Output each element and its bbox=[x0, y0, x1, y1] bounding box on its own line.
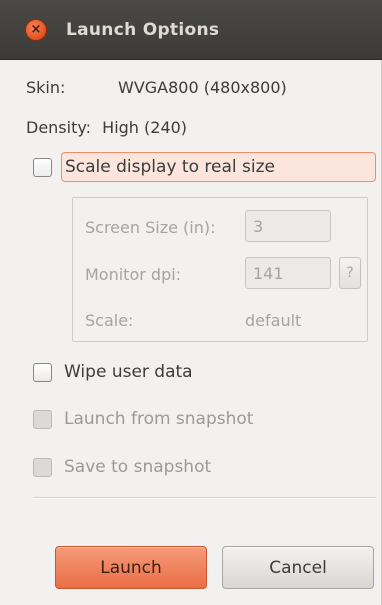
save-to-snapshot-option: Save to snapshot bbox=[33, 457, 211, 477]
wipe-user-data-option[interactable]: Wipe user data bbox=[33, 362, 193, 382]
screen-size-input[interactable]: 3 bbox=[245, 210, 331, 242]
close-button[interactable]: × bbox=[25, 18, 47, 41]
scale-label: Scale: bbox=[85, 311, 134, 330]
cancel-button-label: Cancel bbox=[269, 557, 327, 578]
cancel-button[interactable]: Cancel bbox=[222, 546, 374, 589]
monitor-dpi-input[interactable]: 141 bbox=[245, 257, 331, 289]
monitor-dpi-label: Monitor dpi: bbox=[85, 265, 182, 284]
launch-button[interactable]: Launch bbox=[55, 546, 207, 589]
separator bbox=[33, 497, 376, 499]
save-to-snapshot-label: Save to snapshot bbox=[64, 457, 212, 477]
screen-size-label: Screen Size (in): bbox=[85, 218, 216, 237]
launch-from-snapshot-option: Launch from snapshot bbox=[33, 409, 253, 429]
title-bar: × Launch Options bbox=[0, 0, 382, 60]
monitor-dpi-value: 141 bbox=[253, 263, 284, 283]
window-title: Launch Options bbox=[66, 19, 220, 40]
launch-from-snapshot-label: Launch from snapshot bbox=[64, 409, 254, 429]
scale-settings-group: Screen Size (in): 3 Monitor dpi: 141 ? S… bbox=[72, 197, 368, 342]
scale-display-option[interactable]: Scale display to real size bbox=[33, 151, 376, 183]
help-icon: ? bbox=[346, 265, 354, 281]
launch-from-snapshot-checkbox bbox=[33, 409, 52, 429]
scale-display-checkbox[interactable] bbox=[33, 157, 52, 177]
density-row: Density: High (240) bbox=[26, 118, 187, 137]
launch-options-dialog: × Launch Options Skin: WVGA800 (480x800)… bbox=[0, 0, 382, 605]
close-icon: × bbox=[30, 22, 42, 37]
density-label: Density: bbox=[26, 118, 92, 137]
skin-value: WVGA800 (480x800) bbox=[118, 78, 287, 97]
launch-button-label: Launch bbox=[100, 557, 162, 578]
scale-display-focus-box[interactable]: Scale display to real size bbox=[61, 152, 376, 182]
save-to-snapshot-checkbox bbox=[33, 457, 52, 477]
skin-label: Skin: bbox=[26, 78, 66, 97]
wipe-user-data-checkbox[interactable] bbox=[33, 362, 52, 382]
density-value: High (240) bbox=[102, 118, 188, 137]
screen-size-value: 3 bbox=[253, 216, 264, 236]
scale-display-label: Scale display to real size bbox=[65, 157, 275, 177]
skin-row: Skin: WVGA800 (480x800) bbox=[26, 78, 287, 97]
wipe-user-data-label: Wipe user data bbox=[64, 362, 193, 382]
scale-value: default bbox=[245, 311, 302, 330]
dpi-help-button[interactable]: ? bbox=[339, 257, 361, 289]
